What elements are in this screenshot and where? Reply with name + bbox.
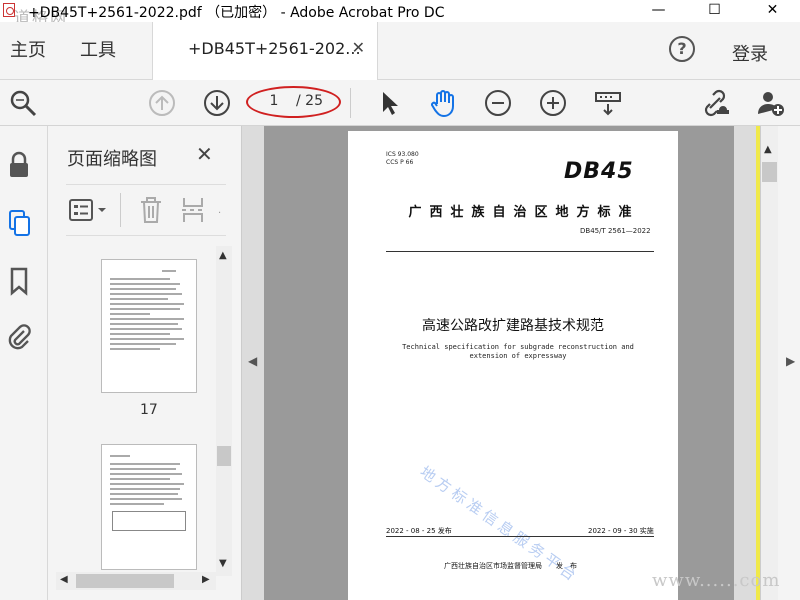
thumbnail-table [112,511,186,531]
zoom-out-icon[interactable] [483,88,513,118]
document-vertical-scrollbar[interactable]: ▲ [760,126,778,600]
attachment-icon[interactable] [6,322,32,352]
scroll-right-icon[interactable]: ▶ [202,574,210,585]
issuing-authority: 广西壮族自治区市场监督管理局 发 布 [444,562,577,570]
select-cursor-icon[interactable] [375,88,405,118]
document-viewport[interactable]: ◀ ICS 93.080 CCS P 66 DB45 广西壮族自治区地方标准 D… [242,126,756,600]
chinese-title: 高速公路改扩建路基技术规范 [422,318,604,334]
delete-page-icon[interactable] [138,195,164,225]
thumbnail-more-icon[interactable]: . [218,205,221,216]
toolbar-divider [350,88,351,118]
thumbnails-hscroll-thumb[interactable] [76,574,174,588]
bookmark-icon[interactable] [6,266,32,296]
help-icon[interactable]: ? [669,36,695,62]
tools-menu[interactable]: 工具 [80,36,116,62]
header-rule [386,251,654,252]
thumbnails-title: 页面缩略图 [67,149,157,170]
db45-logo: DB45 [564,159,634,184]
title-bar: 道格网 +DB45T+2561-2022.pdf （已加密） - Adobe A… [0,0,800,27]
left-icon-rail [0,126,48,600]
toolbar: 1 / 25 [0,80,800,126]
thumbnails-toolbar: . [66,184,226,236]
document-tab-label: +DB45T+2561-202... [188,39,361,58]
thumbnails-vertical-scrollbar[interactable]: ▲ ▼ [216,246,232,576]
page-number-input[interactable]: 1 [260,90,288,112]
doc-scroll-up-icon[interactable]: ▲ [764,144,772,155]
page-display-icon[interactable] [593,88,623,118]
watermark-bottom: www......com [652,570,781,591]
scroll-up-icon[interactable]: ▲ [219,250,227,261]
thumbnails-panel: 页面缩略图 ✕ . 17 ▲ ▼ ◀ ▶ [48,126,242,600]
menu-bar: 主页 工具 +DB45T+2561-202... ✕ ? 登录 [0,22,800,80]
page-total: / 25 [296,93,323,109]
page-thumbnails-icon[interactable] [6,208,32,238]
close-panel-icon[interactable]: ✕ [196,142,213,166]
issue-date: 2022 - 08 - 25 发布 [386,527,452,535]
close-tab-icon[interactable]: ✕ [352,38,365,57]
next-page-icon[interactable] [202,88,232,118]
hand-tool-icon[interactable] [428,88,458,118]
scroll-left-icon[interactable]: ◀ [60,574,68,585]
ics-code: ICS 93.080 [386,151,419,158]
zoom-search-icon[interactable] [8,88,38,118]
english-title: Technical specification for subgrade rec… [402,343,634,360]
thumbnails-horizontal-scrollbar[interactable]: ◀ ▶ [56,572,216,590]
window-title: +DB45T+2561-2022.pdf （已加密） - Adobe Acrob… [28,5,445,21]
home-menu[interactable]: 主页 [10,36,46,62]
login-button[interactable]: 登录 [732,40,768,66]
zoom-in-icon[interactable] [538,88,568,118]
collapse-left-icon[interactable]: ◀ [248,354,257,368]
collapse-left-strip[interactable]: ◀ [242,126,264,600]
thumbnails-scroll-thumb[interactable] [217,446,231,466]
thumbnail-tools-divider [120,193,121,227]
ccs-code: CCS P 66 [386,159,414,166]
extract-pages-icon[interactable] [180,195,206,225]
previous-page-icon[interactable] [147,88,177,118]
implementation-date: 2022 - 09 - 30 实施 [588,527,654,535]
thumbnail-options-icon[interactable] [68,197,108,223]
minimize-button[interactable]: — [636,0,681,22]
scroll-down-icon[interactable]: ▼ [219,558,227,569]
thumbnail-page-18[interactable] [101,444,197,570]
lock-icon[interactable] [6,150,32,180]
thumbnail-page-17[interactable] [101,259,197,393]
footer-rule [386,536,654,537]
standard-number: DB45/T 2561—2022 [580,227,651,235]
standard-category: 广西壮族自治区地方标准 [408,205,640,220]
document-tab[interactable]: +DB45T+2561-202... ✕ [152,22,378,80]
maximize-button[interactable]: ☐ [692,0,737,22]
thumbnail-page-number: 17 [140,402,158,418]
right-panel-rail: ▶ [778,126,800,600]
pdf-page: ICS 93.080 CCS P 66 DB45 广西壮族自治区地方标准 DB4… [348,131,678,600]
collapse-right-strip[interactable] [734,126,756,600]
add-user-icon[interactable] [756,88,786,118]
close-window-button[interactable]: ✕ [750,0,795,22]
share-link-icon[interactable] [700,88,730,118]
expand-right-panel-icon[interactable]: ▶ [786,354,795,368]
document-scroll-thumb[interactable] [762,162,777,182]
